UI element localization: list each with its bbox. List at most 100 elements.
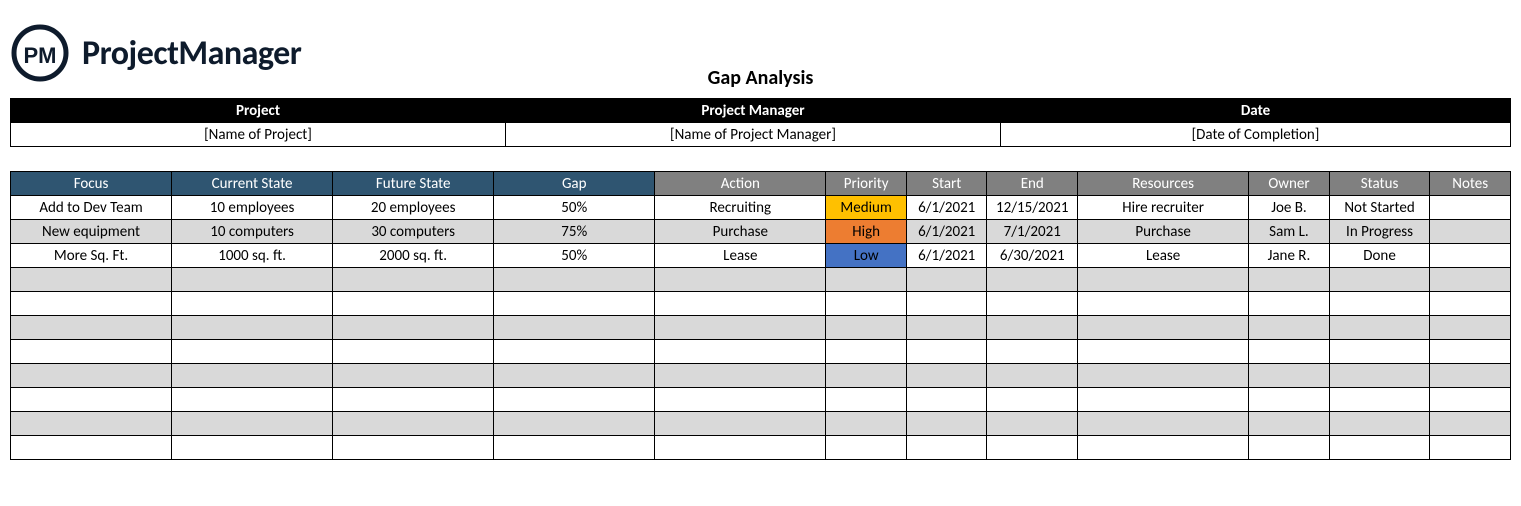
cell-focus[interactable]: Add to Dev Team <box>11 196 172 220</box>
cell-empty[interactable] <box>826 388 907 412</box>
cell-empty[interactable] <box>172 412 333 436</box>
cell-empty[interactable] <box>655 268 826 292</box>
cell-empty[interactable] <box>1430 268 1511 292</box>
cell-empty[interactable] <box>11 388 172 412</box>
cell-empty[interactable] <box>655 316 826 340</box>
cell-priority[interactable]: Low <box>826 244 907 268</box>
cell-notes[interactable] <box>1430 244 1511 268</box>
cell-empty[interactable] <box>906 412 987 436</box>
cell-resources[interactable]: Lease <box>1078 244 1249 268</box>
cell-notes[interactable] <box>1430 220 1511 244</box>
cell-empty[interactable] <box>172 268 333 292</box>
cell-empty[interactable] <box>1249 412 1330 436</box>
cell-empty[interactable] <box>1329 436 1430 460</box>
cell-empty[interactable] <box>906 364 987 388</box>
cell-empty[interactable] <box>655 412 826 436</box>
cell-empty[interactable] <box>1249 364 1330 388</box>
cell-action[interactable]: Purchase <box>655 220 826 244</box>
cell-current[interactable]: 1000 sq. ft. <box>172 244 333 268</box>
cell-empty[interactable] <box>1078 316 1249 340</box>
cell-empty[interactable] <box>1329 292 1430 316</box>
cell-action[interactable]: Lease <box>655 244 826 268</box>
cell-empty[interactable] <box>1078 292 1249 316</box>
cell-empty[interactable] <box>987 316 1078 340</box>
cell-empty[interactable] <box>11 436 172 460</box>
cell-action[interactable]: Recruiting <box>655 196 826 220</box>
cell-resources[interactable]: Purchase <box>1078 220 1249 244</box>
cell-status[interactable]: In Progress <box>1329 220 1430 244</box>
cell-empty[interactable] <box>11 340 172 364</box>
cell-empty[interactable] <box>826 292 907 316</box>
cell-empty[interactable] <box>906 340 987 364</box>
cell-empty[interactable] <box>906 268 987 292</box>
cell-empty[interactable] <box>1329 412 1430 436</box>
cell-empty[interactable] <box>172 436 333 460</box>
cell-empty[interactable] <box>494 388 655 412</box>
cell-empty[interactable] <box>1078 268 1249 292</box>
cell-empty[interactable] <box>1430 412 1511 436</box>
cell-empty[interactable] <box>494 316 655 340</box>
cell-empty[interactable] <box>826 364 907 388</box>
cell-future[interactable]: 20 employees <box>333 196 494 220</box>
cell-empty[interactable] <box>906 436 987 460</box>
cell-owner[interactable]: Sam L. <box>1249 220 1330 244</box>
cell-empty[interactable] <box>906 292 987 316</box>
cell-owner[interactable]: Jane R. <box>1249 244 1330 268</box>
cell-end[interactable]: 12/15/2021 <box>987 196 1078 220</box>
cell-empty[interactable] <box>11 316 172 340</box>
cell-empty[interactable] <box>826 340 907 364</box>
cell-empty[interactable] <box>655 292 826 316</box>
cell-empty[interactable] <box>1078 436 1249 460</box>
cell-focus[interactable]: More Sq. Ft. <box>11 244 172 268</box>
cell-gap[interactable]: 50% <box>494 196 655 220</box>
cell-empty[interactable] <box>172 340 333 364</box>
cell-gap[interactable]: 75% <box>494 220 655 244</box>
cell-empty[interactable] <box>11 364 172 388</box>
cell-end[interactable]: 7/1/2021 <box>987 220 1078 244</box>
cell-empty[interactable] <box>1249 436 1330 460</box>
cell-current[interactable]: 10 computers <box>172 220 333 244</box>
cell-empty[interactable] <box>987 436 1078 460</box>
cell-empty[interactable] <box>11 292 172 316</box>
cell-empty[interactable] <box>172 388 333 412</box>
cell-empty[interactable] <box>494 292 655 316</box>
meta-value-date[interactable]: [Date of Completion] <box>1001 123 1511 147</box>
meta-value-manager[interactable]: [Name of Project Manager] <box>506 123 1001 147</box>
cell-empty[interactable] <box>655 436 826 460</box>
cell-status[interactable]: Not Started <box>1329 196 1430 220</box>
cell-empty[interactable] <box>1329 388 1430 412</box>
cell-owner[interactable]: Joe B. <box>1249 196 1330 220</box>
cell-empty[interactable] <box>1430 316 1511 340</box>
cell-current[interactable]: 10 employees <box>172 196 333 220</box>
cell-empty[interactable] <box>826 268 907 292</box>
cell-empty[interactable] <box>1329 340 1430 364</box>
cell-empty[interactable] <box>987 292 1078 316</box>
cell-empty[interactable] <box>1430 292 1511 316</box>
cell-empty[interactable] <box>1430 364 1511 388</box>
cell-empty[interactable] <box>655 364 826 388</box>
cell-empty[interactable] <box>333 292 494 316</box>
cell-notes[interactable] <box>1430 196 1511 220</box>
cell-empty[interactable] <box>494 364 655 388</box>
cell-empty[interactable] <box>172 316 333 340</box>
cell-priority[interactable]: Medium <box>826 196 907 220</box>
cell-empty[interactable] <box>826 316 907 340</box>
cell-end[interactable]: 6/30/2021 <box>987 244 1078 268</box>
cell-empty[interactable] <box>987 340 1078 364</box>
cell-status[interactable]: Done <box>1329 244 1430 268</box>
cell-future[interactable]: 2000 sq. ft. <box>333 244 494 268</box>
cell-empty[interactable] <box>987 364 1078 388</box>
cell-empty[interactable] <box>333 316 494 340</box>
cell-empty[interactable] <box>1078 388 1249 412</box>
cell-empty[interactable] <box>172 292 333 316</box>
cell-empty[interactable] <box>1249 292 1330 316</box>
cell-start[interactable]: 6/1/2021 <box>906 244 987 268</box>
cell-empty[interactable] <box>1329 316 1430 340</box>
cell-empty[interactable] <box>906 316 987 340</box>
cell-empty[interactable] <box>494 412 655 436</box>
cell-empty[interactable] <box>494 340 655 364</box>
meta-value-project[interactable]: [Name of Project] <box>11 123 506 147</box>
cell-empty[interactable] <box>987 412 1078 436</box>
cell-empty[interactable] <box>1249 388 1330 412</box>
cell-empty[interactable] <box>11 412 172 436</box>
